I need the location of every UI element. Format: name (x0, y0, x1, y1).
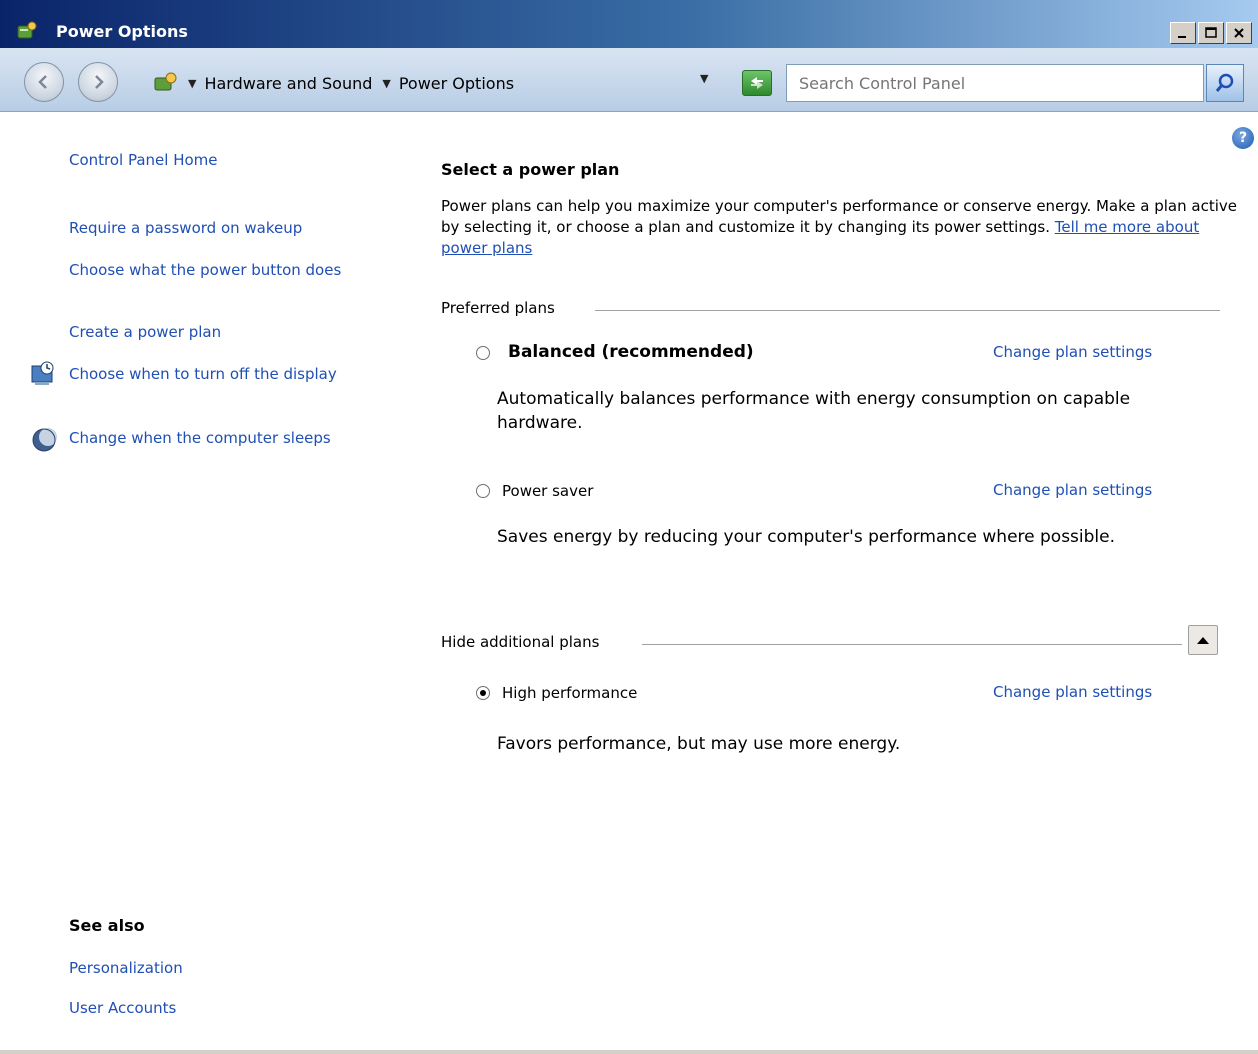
back-arrow-icon (38, 75, 47, 89)
chevron-down-icon[interactable]: ▼ (188, 77, 196, 90)
hide-additional-plans-label: Hide additional plans (441, 633, 600, 651)
forward-button[interactable] (78, 62, 118, 102)
power-saver-radio[interactable] (476, 484, 490, 498)
search-button[interactable] (1206, 64, 1244, 102)
address-dropdown-icon[interactable]: ▼ (700, 72, 708, 85)
display-clock-icon (30, 360, 58, 388)
maximize-button[interactable] (1198, 22, 1224, 44)
see-also-user-accounts[interactable]: User Accounts (69, 997, 176, 1019)
breadcrumb-power-options[interactable]: Power Options (399, 74, 514, 93)
close-button[interactable] (1226, 22, 1252, 44)
help-icon[interactable]: ? (1232, 127, 1254, 149)
plan-description-high-performance: Favors performance, but may use more ene… (497, 734, 901, 754)
preferred-plans-label: Preferred plans (441, 299, 555, 317)
window-title: Power Options (56, 22, 188, 41)
sidebar-create-power-plan[interactable]: Create a power plan (69, 321, 221, 343)
see-also-personalization[interactable]: Personalization (69, 957, 183, 979)
refresh-button[interactable] (742, 70, 772, 96)
high-performance-radio[interactable] (476, 686, 490, 700)
plan-description-power-saver: Saves energy by reducing your computer's… (497, 527, 1116, 547)
breadcrumb[interactable]: ▼ Hardware and Sound ▼ Power Options (152, 64, 732, 102)
change-plan-settings-power-saver[interactable]: Change plan settings (993, 481, 1152, 499)
forward-arrow-icon (95, 75, 104, 89)
sidebar-turn-off-display[interactable]: Choose when to turn off the display (69, 363, 369, 385)
minimize-button[interactable] (1170, 22, 1196, 44)
sidebar-power-button[interactable]: Choose what the power button does (69, 259, 379, 281)
collapse-additional-plans-button[interactable] (1188, 625, 1218, 655)
see-also-heading: See also (69, 916, 145, 935)
change-plan-settings-balanced[interactable]: Change plan settings (993, 343, 1152, 361)
chevron-down-icon[interactable]: ▼ (382, 77, 390, 90)
balanced-radio[interactable] (476, 346, 490, 360)
plan-description-balanced: Automatically balances performance with … (497, 389, 1131, 433)
refresh-icon (751, 77, 763, 89)
group-divider (595, 310, 1220, 311)
chevron-up-icon (1197, 637, 1209, 644)
back-button[interactable] (24, 62, 64, 102)
page-title: Select a power plan (441, 160, 620, 179)
search-icon (1215, 73, 1234, 92)
plan-name-power-saver[interactable]: Power saver (502, 482, 593, 500)
sidebar-computer-sleeps[interactable]: Change when the computer sleeps (69, 427, 331, 449)
window-bottom-border (0, 1050, 1258, 1054)
power-options-icon (16, 20, 38, 42)
change-plan-settings-high-performance[interactable]: Change plan settings (993, 683, 1152, 701)
plan-name-balanced[interactable]: Balanced (recommended) (508, 342, 754, 362)
search-input[interactable] (786, 64, 1204, 102)
intro-text: Power plans can help you maximize your c… (441, 196, 1241, 259)
sidebar-control-panel-home[interactable]: Control Panel Home (69, 149, 218, 171)
group-divider (642, 644, 1182, 645)
control-panel-icon (152, 70, 178, 96)
address-bar: ▼ Hardware and Sound ▼ Power Options ▼ (0, 48, 1258, 112)
title-bar: Power Options (0, 0, 1258, 48)
moon-sleep-icon (30, 426, 58, 454)
sidebar-require-password[interactable]: Require a password on wakeup (69, 217, 302, 239)
plan-name-high-performance[interactable]: High performance (502, 684, 637, 702)
breadcrumb-hardware-and-sound[interactable]: Hardware and Sound (204, 74, 372, 93)
